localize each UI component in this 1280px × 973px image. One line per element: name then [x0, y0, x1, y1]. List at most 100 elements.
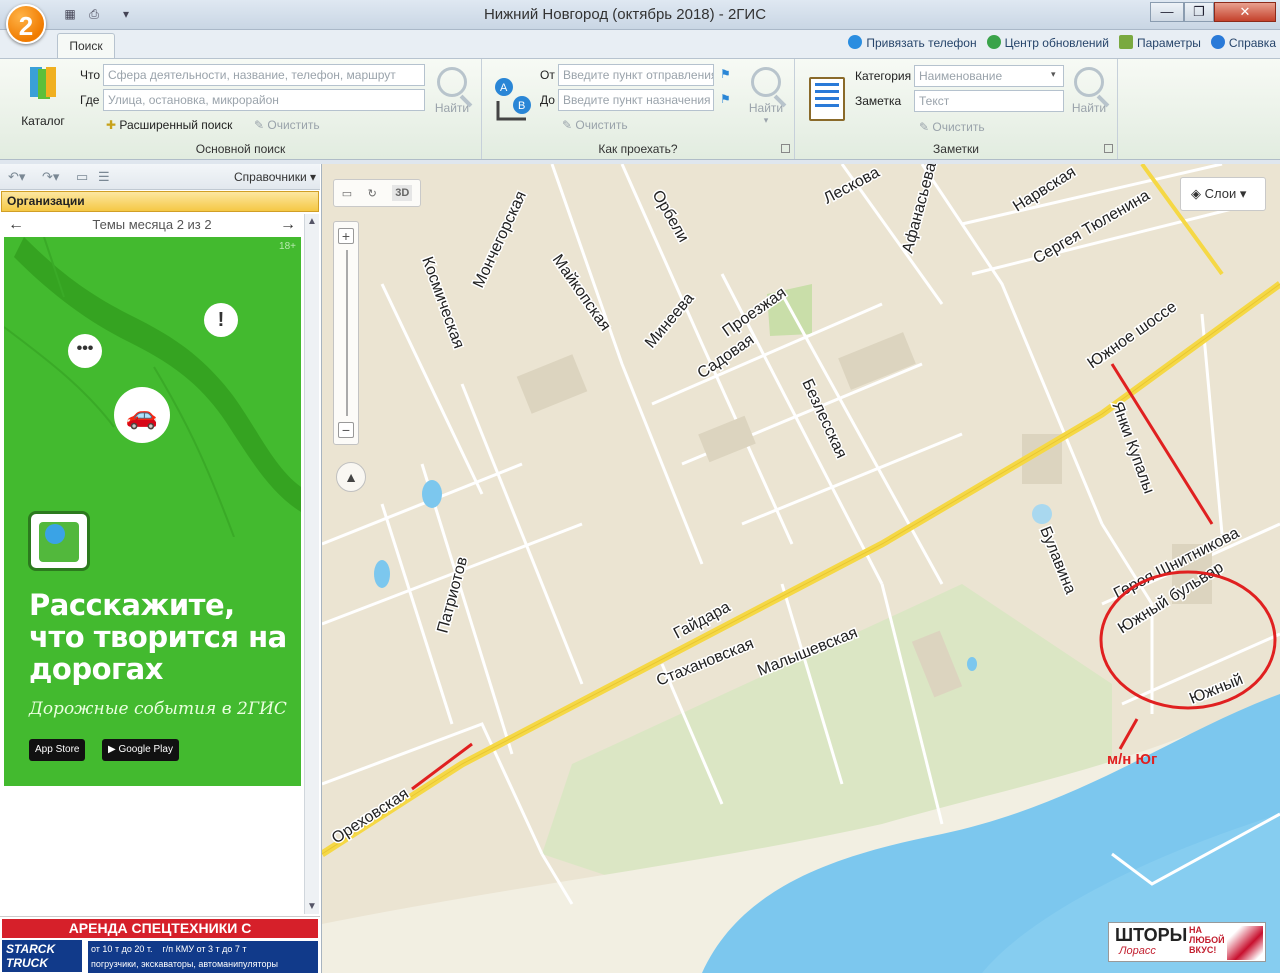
forward-icon[interactable]: ↷▾	[42, 169, 59, 185]
clear-notes-button[interactable]: ✎ Очистить	[919, 120, 985, 134]
eraser-icon: ✎	[254, 118, 268, 132]
to-input[interactable]: Введите пункт назначения	[558, 89, 714, 111]
notes-options-launcher[interactable]	[1104, 144, 1113, 153]
group-notes: Категория Наименование ▾ Заметка Текст ✎…	[795, 59, 1118, 159]
tab-row: Поиск Привязать телефон Центр обновлений…	[0, 30, 1280, 59]
category-label: Категория	[855, 69, 912, 83]
link-settings[interactable]: Параметры	[1118, 35, 1201, 50]
where-input[interactable]: Улица, остановка, микрорайон	[103, 89, 425, 111]
maximize-button[interactable]: ❐	[1184, 2, 1214, 22]
map-view[interactable]: Мончегорская Майкопская Орбели Лескова А…	[322, 164, 1280, 973]
theme-label: Темы месяца 2 из 2	[92, 217, 212, 232]
zoom-out-button[interactable]: −	[338, 422, 354, 438]
top-links: Привязать телефон Центр обновлений Парам…	[848, 35, 1276, 50]
zoom-control: + −	[333, 221, 359, 445]
app-store-label: App Store	[35, 744, 80, 755]
advanced-search-link[interactable]: ✚ Расширенный поиск	[106, 118, 232, 132]
app-window: ▦ ⎙ ▾ Нижний Новгород (октябрь 2018) - 2…	[0, 0, 1280, 973]
ad-banner-curtains[interactable]: ШТОРЫ НА ЛЮБОЙ ВКУС! Лорасс	[1108, 922, 1266, 962]
group-label-notes: Заметки	[933, 142, 979, 156]
route-ab-icon: AB	[492, 75, 534, 123]
title-bar: ▦ ⎙ ▾ Нижний Новгород (октябрь 2018) - 2…	[0, 0, 1280, 30]
from-label: От	[540, 68, 555, 82]
google-play-label: Google Play	[118, 744, 173, 755]
list-icon[interactable]: ▭	[76, 169, 88, 185]
ad-script: Лорасс	[1119, 945, 1156, 957]
map-toolbar: ▭ ↻ 3D	[333, 179, 421, 207]
link-label: Центр обновлений	[1004, 36, 1109, 50]
search-icon	[1074, 67, 1104, 97]
list-detail-icon[interactable]: ☰	[98, 169, 110, 185]
clear-label: Очистить	[575, 118, 628, 132]
app-logo[interactable]: 2	[6, 4, 46, 44]
comment-bubble-icon: •••	[68, 334, 102, 368]
route-options-launcher[interactable]	[781, 144, 790, 153]
category-select[interactable]: Наименование	[914, 65, 1064, 87]
back-icon[interactable]: ↶▾	[8, 169, 25, 185]
svg-text:B: B	[518, 100, 525, 112]
link-attach-phone[interactable]: Привязать телефон	[848, 35, 977, 50]
ribbon: Каталог Что Сфера деятельности, название…	[0, 58, 1280, 160]
ad-swirl-graphic	[1227, 926, 1263, 960]
catalog-button[interactable]: Каталог	[18, 65, 68, 128]
banner-text: от 10 т до 20 т. г/п КМУ от 3 т до 7 т по…	[88, 941, 318, 973]
svg-text:A: A	[500, 82, 508, 94]
minimize-button[interactable]: —	[1150, 2, 1184, 22]
find-notes-button[interactable]: Найти	[1069, 67, 1109, 115]
alert-bubble-icon: !	[204, 303, 238, 337]
banner-text-line: от 10 т до 20 т. г/п КМУ от 3 т до 7 т	[91, 944, 247, 954]
tab-search[interactable]: Поиск	[57, 33, 115, 59]
settings-icon	[1118, 35, 1133, 49]
link-help[interactable]: Справка	[1210, 35, 1276, 50]
search-icon	[437, 67, 467, 97]
pick-from-icon[interactable]: ⚑	[720, 67, 731, 81]
note-input[interactable]: Текст	[914, 90, 1064, 112]
promo-banner[interactable]: ••• ! 🚗 18+ Расскажите, что творится на …	[4, 237, 301, 786]
ad-tagline: НА ЛЮБОЙ ВКУС!	[1189, 925, 1225, 955]
sidebar-scrollbar[interactable]: ▲ ▼	[304, 214, 319, 914]
zoom-in-button[interactable]: +	[338, 228, 354, 244]
link-update-center[interactable]: Центр обновлений	[986, 35, 1109, 50]
arrow-left-icon[interactable]: ←	[8, 214, 24, 236]
zoom-slider[interactable]	[346, 250, 348, 416]
scroll-up-icon[interactable]: ▲	[307, 216, 317, 227]
layers-button[interactable]: ◈ Слои ▾	[1180, 177, 1266, 211]
pick-to-icon[interactable]: ⚑	[720, 92, 731, 106]
from-input[interactable]: Введите пункт отправления	[558, 64, 714, 86]
directory-dropdown[interactable]: Справочники ▾	[234, 170, 316, 184]
arrow-right-icon[interactable]: →	[280, 214, 296, 236]
banner-brand-logo: STARCK TRUCK	[2, 940, 82, 972]
catalog-label: Каталог	[21, 114, 65, 128]
promo-subline: Дорожные события в 2ГИС	[29, 699, 287, 719]
find-label: Найти	[748, 101, 784, 115]
eraser-icon: ✎	[919, 120, 933, 134]
note-label: Заметка	[855, 94, 902, 108]
link-label: Привязать телефон	[866, 36, 977, 50]
google-play-badge[interactable]: ▶ Google Play	[102, 739, 179, 761]
clear-label: Очистить	[932, 120, 985, 134]
where-label: Где	[80, 93, 100, 107]
ruler-icon[interactable]: ▭	[342, 187, 352, 200]
find-button[interactable]: Найти	[432, 67, 472, 115]
theme-pager: ← Темы месяца 2 из 2 →	[0, 214, 304, 236]
chevron-down-icon: ▾	[763, 115, 769, 125]
section-organizations[interactable]: Организации	[1, 191, 319, 212]
clear-route-button[interactable]: ✎ Очистить	[562, 118, 628, 132]
age-rating: 18+	[279, 241, 296, 252]
map-canvas[interactable]: Мончегорская Майкопская Орбели Лескова А…	[322, 164, 1280, 973]
find-label: Найти	[1071, 101, 1107, 115]
catalog-icon	[30, 67, 56, 99]
app-store-badge[interactable]: App Store	[29, 739, 86, 761]
scroll-down-icon[interactable]: ▼	[307, 901, 317, 912]
compass-icon[interactable]: ▲	[336, 462, 366, 492]
chevron-down-icon[interactable]: ▾	[1051, 69, 1056, 80]
to-label: До	[540, 93, 555, 107]
clear-search-button[interactable]: ✎ Очистить	[254, 118, 320, 132]
rotate-icon[interactable]: ↻	[368, 187, 377, 200]
close-button[interactable]: ✕	[1214, 2, 1276, 22]
ad-banner-starck[interactable]: АРЕНДА СПЕЦТЕХНИКИ С РОСТЕХНАДЗОРОМ STAR…	[0, 916, 320, 973]
find-route-button[interactable]: Найти ▾	[746, 67, 786, 126]
promo-map-graphic	[4, 237, 301, 537]
what-input[interactable]: Сфера деятельности, название, телефон, м…	[103, 64, 425, 86]
3d-button[interactable]: 3D	[392, 185, 413, 201]
